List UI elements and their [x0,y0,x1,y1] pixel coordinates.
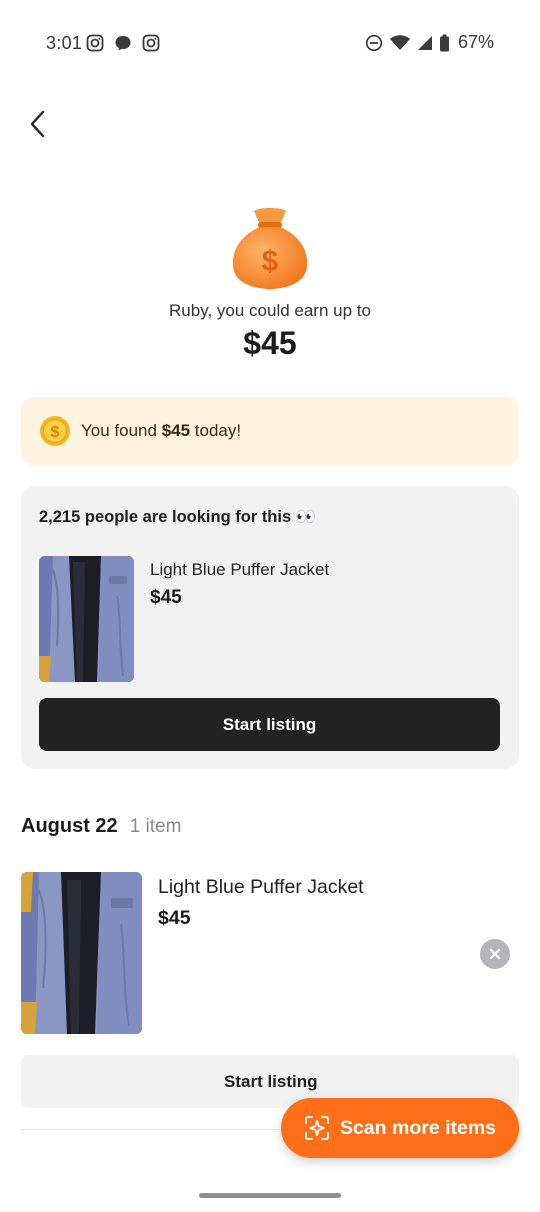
scan-button-label: Scan more items [339,1116,497,1139]
do-not-disturb-icon [365,34,383,51]
money-bag-icon: $ [232,208,308,289]
remove-item-button[interactable] [480,939,510,969]
svg-text:$: $ [262,245,279,278]
instagram-icon [86,34,104,52]
chat-bubble-icon [115,36,131,51]
system-icons: 67% [365,32,494,53]
coin-icon: $ [40,416,70,446]
scan-icon [304,1116,329,1140]
scan-more-items-button[interactable]: Scan more items [281,1098,519,1158]
demand-item-name: Light Blue Puffer Jacket [150,560,330,579]
demand-item-price: $45 [150,587,182,608]
wifi-icon [389,34,410,50]
home-indicator[interactable] [199,1193,341,1198]
earn-label: Ruby, you could earn up to [169,301,371,320]
found-today-amount: $45 [161,421,191,440]
demand-title: 2,215 people are looking for this 👀 [39,508,317,526]
back-arrow-icon [30,110,45,138]
found-today-banner: $ You found $45 today! [21,397,519,465]
start-listing-button[interactable]: Start listing [39,698,500,751]
item-thumbnail [39,556,134,682]
item-name: Light Blue Puffer Jacket [158,876,364,898]
date-section-header: August 22 1 item [21,815,181,838]
svg-text:$: $ [51,424,60,441]
found-today-text: You found $45 today! [81,421,242,440]
demand-card: 2,215 people are looking for this 👀 Ligh… [21,486,519,769]
item-thumbnail[interactable] [21,872,142,1034]
back-button[interactable] [20,104,56,144]
item-price: $45 [158,907,191,929]
close-icon [489,948,501,960]
date-label: August 22 [21,815,118,837]
earn-amount: $45 [243,325,297,361]
notification-icons [86,34,160,52]
signal-icon [417,35,432,50]
status-bar: 3:01 67% [0,0,540,88]
status-time: 3:01 [46,33,83,53]
item-count: 1 item [129,816,182,837]
battery-percent: 67% [457,32,494,52]
battery-icon [439,34,449,51]
earnings-hero: $ Ruby, you could earn up to $45 [0,205,540,362]
instagram-icon [142,34,160,52]
